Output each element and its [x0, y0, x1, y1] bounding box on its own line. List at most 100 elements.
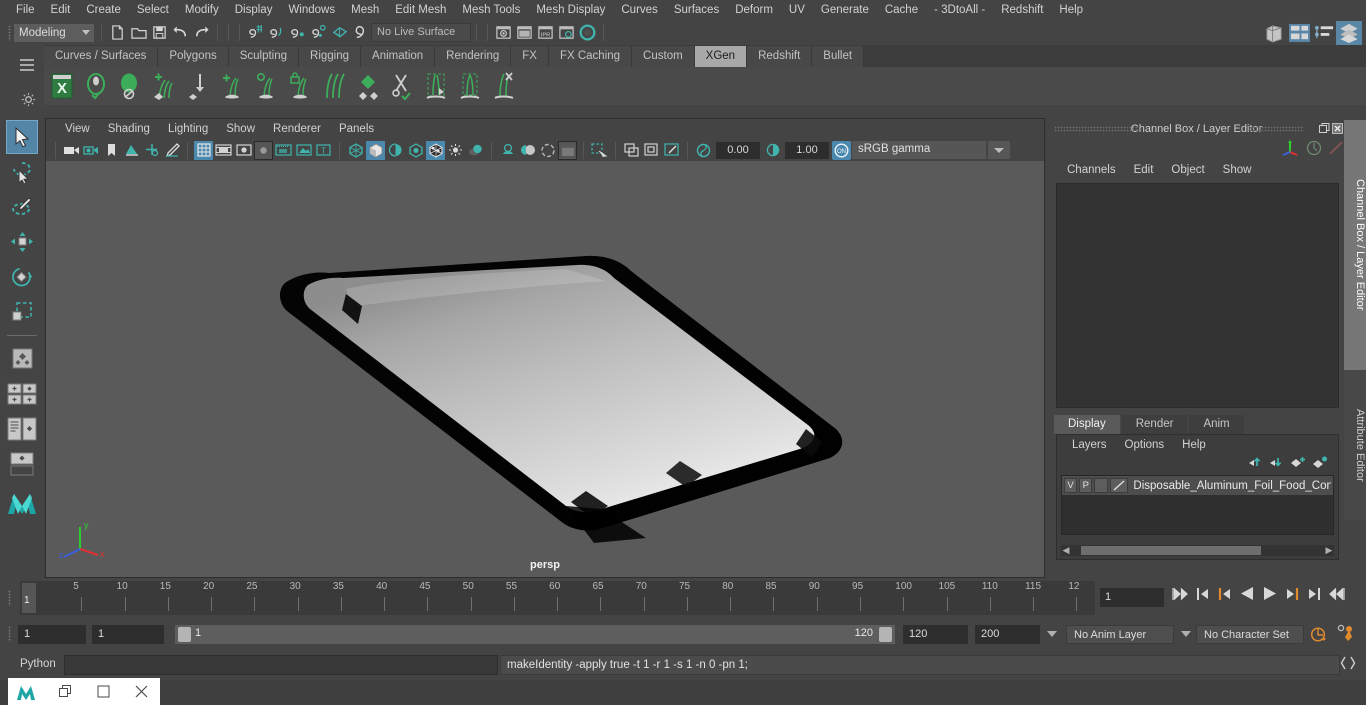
isolate-select-icon[interactable] — [558, 140, 577, 160]
channel-menu-edit[interactable]: Edit — [1125, 164, 1163, 176]
undock-icon[interactable] — [1318, 122, 1331, 135]
range-slider-left-handle[interactable] — [178, 627, 191, 642]
close-icon[interactable] — [1331, 122, 1344, 135]
shelf-tab-curves-surfaces[interactable]: Curves / Surfaces — [44, 46, 159, 67]
move-layer-up-icon[interactable] — [1248, 456, 1263, 472]
shelf-tab-custom[interactable]: Custom — [632, 46, 695, 67]
render-view-icon[interactable] — [493, 22, 514, 43]
lights-icon[interactable] — [446, 141, 465, 160]
use-default-lighting-icon[interactable] — [426, 140, 445, 160]
exposure-icon[interactable] — [694, 141, 713, 160]
view-transform-enabled-icon[interactable]: ON — [832, 140, 851, 160]
step-back-keyframe-icon[interactable] — [1196, 587, 1210, 604]
noise-modifier-icon[interactable] — [454, 69, 486, 103]
menu-generate[interactable]: Generate — [813, 0, 877, 20]
command-input-field[interactable] — [64, 655, 498, 675]
menu-mesh[interactable]: Mesh — [343, 0, 387, 20]
tab-anim[interactable]: Anim — [1189, 415, 1244, 434]
add-guide-icon[interactable] — [148, 69, 180, 103]
live-surface-field[interactable]: No Live Surface — [371, 23, 471, 42]
menu-edit[interactable]: Edit — [43, 0, 79, 20]
bounding-box-icon[interactable] — [662, 141, 681, 160]
paint-select-tool[interactable] — [6, 190, 38, 224]
slash-icon[interactable] — [1328, 140, 1344, 159]
wireframe-icon[interactable] — [346, 141, 365, 160]
clump-modifier-icon[interactable] — [420, 69, 452, 103]
resolution-gate-icon[interactable] — [234, 141, 253, 160]
menu-create[interactable]: Create — [78, 0, 129, 20]
shelf-tab-xgen[interactable]: XGen — [694, 46, 748, 67]
cut-modifier-icon[interactable] — [488, 69, 520, 103]
tab-display[interactable]: Display — [1054, 415, 1120, 434]
menu-select[interactable]: Select — [129, 0, 177, 20]
shading-toggle-icon[interactable] — [294, 141, 313, 160]
layer-shading-toggle[interactable] — [1094, 478, 1108, 493]
render-settings-icon[interactable] — [556, 22, 577, 43]
table-row[interactable]: V P Disposable_Aluminum_Foil_Food_Contai — [1062, 476, 1333, 495]
chevron-down-icon[interactable] — [1181, 631, 1191, 637]
camera-select-icon[interactable] — [62, 141, 81, 160]
xgen-editor-icon[interactable]: X — [46, 69, 78, 103]
menu-display[interactable]: Display — [227, 0, 281, 20]
scrollbar-thumb[interactable] — [1081, 546, 1261, 555]
four-pane-layout[interactable] — [6, 447, 38, 481]
color-space-field[interactable]: sRGB gamma — [852, 141, 986, 159]
comb-icon[interactable] — [318, 69, 350, 103]
snap-to-grid-icon[interactable] — [245, 22, 266, 43]
play-forwards-icon[interactable] — [1262, 586, 1278, 604]
layer-name[interactable]: Disposable_Aluminum_Foil_Food_Contai — [1133, 480, 1331, 492]
smooth-shade-icon[interactable] — [366, 140, 385, 160]
menu-file[interactable]: File — [8, 0, 43, 20]
menu-mesh-display[interactable]: Mesh Display — [528, 0, 613, 20]
open-scene-icon[interactable] — [128, 22, 149, 43]
node-editor-icon[interactable] — [1286, 22, 1312, 44]
chevron-down-icon[interactable] — [1047, 631, 1057, 637]
density-mask-icon[interactable] — [352, 69, 384, 103]
grid-toggle-icon[interactable] — [194, 140, 213, 160]
menu-uv[interactable]: UV — [781, 0, 813, 20]
new-layer-from-selected-icon[interactable] — [1312, 456, 1328, 472]
shelf-options-menu-icon[interactable] — [20, 59, 34, 71]
save-scene-icon[interactable] — [149, 22, 170, 43]
viewport-menu-renderer[interactable]: Renderer — [264, 123, 330, 135]
scroll-left-icon[interactable]: ◀ — [1061, 546, 1071, 555]
move-layer-down-icon[interactable] — [1269, 456, 1284, 472]
xray-icon[interactable] — [590, 141, 609, 160]
menu-windows[interactable]: Windows — [280, 0, 343, 20]
time-slider[interactable]: 1 5 10 15 20 25 30 35 40 45 50 55 60 65 70 75 80 85 90 95 1… — [20, 581, 1095, 615]
anim-layer-dropdown[interactable]: No Anim Layer — [1066, 625, 1174, 644]
image-plane-icon[interactable] — [122, 141, 141, 160]
viewport-menu-lighting[interactable]: Lighting — [159, 123, 217, 135]
snap-to-curve-icon[interactable] — [266, 22, 287, 43]
lock-guide-icon[interactable] — [284, 69, 316, 103]
rotate-tool[interactable] — [6, 260, 38, 294]
animation-start-time-field[interactable]: 1 — [18, 625, 86, 644]
shaded-wireframe-icon[interactable] — [386, 141, 405, 160]
shelf-tab-animation[interactable]: Animation — [361, 46, 436, 67]
panel-drag-handle-left[interactable] — [1054, 126, 1138, 132]
menu-cache[interactable]: Cache — [877, 0, 926, 20]
menu-curves[interactable]: Curves — [613, 0, 665, 20]
gate-mask-icon[interactable] — [254, 140, 273, 160]
range-slider-handle[interactable] — [4, 622, 14, 646]
snap-to-view-plane-icon[interactable] — [329, 22, 350, 43]
animation-end-time-field[interactable]: 200 — [975, 625, 1040, 644]
menu-redshift[interactable]: Redshift — [993, 0, 1051, 20]
shelf-tab-rendering[interactable]: Rendering — [435, 46, 512, 67]
film-origin-icon[interactable] — [274, 141, 293, 160]
layer-list-horizontal-scrollbar[interactable]: ◀ ▶ — [1061, 545, 1334, 556]
viewport-menu-view[interactable]: View — [56, 123, 99, 135]
scissors-icon[interactable] — [386, 69, 418, 103]
color-space-dropdown-icon[interactable] — [988, 141, 1010, 159]
ipr-render-icon[interactable]: IPR — [535, 22, 556, 43]
menu-help[interactable]: Help — [1051, 0, 1091, 20]
menu-3dtoall[interactable]: - 3DtoAll - — [926, 0, 993, 20]
channel-menu-object[interactable]: Object — [1162, 164, 1213, 176]
channel-box-content[interactable] — [1056, 183, 1339, 408]
range-slider-right-handle[interactable] — [879, 627, 892, 642]
script-editor-icon[interactable] — [1340, 655, 1358, 675]
restore-icon[interactable] — [46, 678, 84, 705]
make-live-icon[interactable] — [350, 22, 371, 43]
snap-to-point-icon[interactable] — [287, 22, 308, 43]
range-start-time-field[interactable]: 1 — [92, 625, 164, 644]
